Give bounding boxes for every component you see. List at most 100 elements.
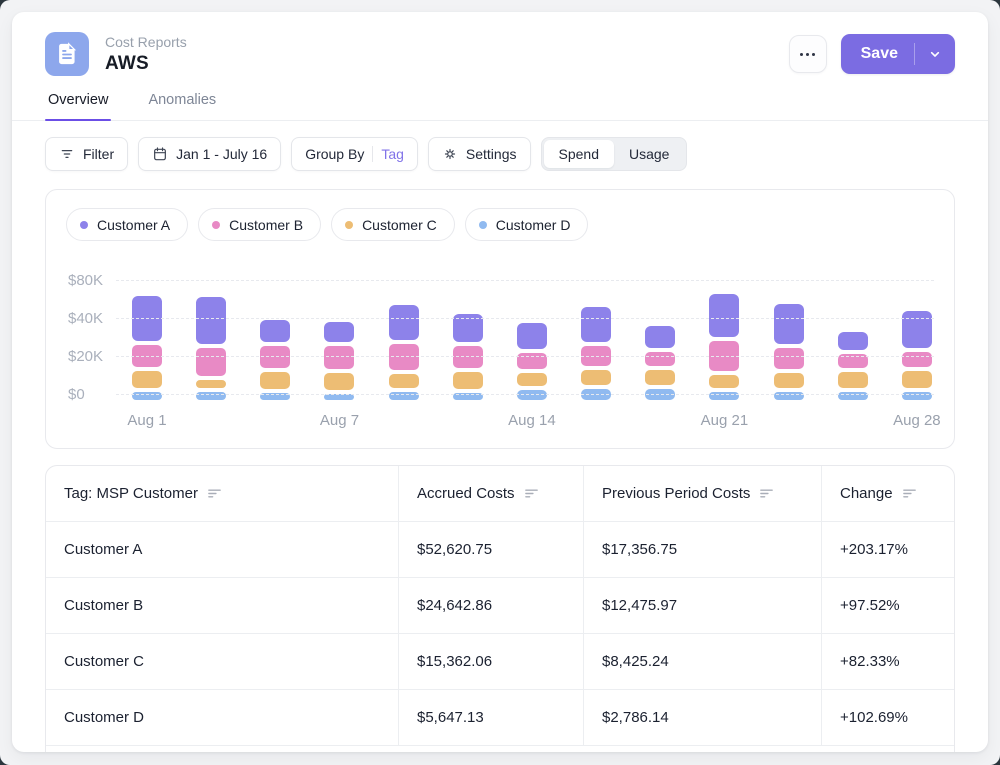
bar-segment-customer-c <box>902 371 932 388</box>
row-value-cell: $8,425.24 <box>583 634 821 689</box>
row-label-cell: Customer A <box>46 522 398 577</box>
row-value-cell: $52,620.75 <box>398 522 583 577</box>
bar-segment-customer-c <box>774 373 804 388</box>
x-axis-slot <box>774 412 804 432</box>
column-header-0[interactable]: Tag: MSP Customer <box>46 466 398 521</box>
save-button[interactable]: Save <box>841 34 914 74</box>
column-header-label: Previous Period Costs <box>602 485 750 502</box>
chart-legend: Customer A Customer B Customer C Customer D <box>66 208 934 241</box>
bar-segment-customer-b <box>774 348 804 369</box>
bar-segment-customer-a <box>709 294 739 337</box>
bar-aug-14[interactable] <box>517 323 547 400</box>
row-value-cell: $15,362.06 <box>398 634 583 689</box>
toggle-usage[interactable]: Usage <box>614 140 684 168</box>
bar-segment-customer-c <box>132 371 162 388</box>
gridline-40K <box>116 318 934 319</box>
legend-item-customer-d[interactable]: Customer D <box>465 208 589 241</box>
filter-button[interactable]: Filter <box>45 137 128 171</box>
row-label-cell: Customer C <box>46 634 398 689</box>
bar-segment-customer-c <box>260 372 290 389</box>
y-axis-tick: $20K <box>68 348 103 365</box>
bar-aug-7[interactable] <box>324 322 354 400</box>
legend-dot-icon <box>212 221 220 229</box>
window-header: Cost Reports AWS Save <box>45 32 955 76</box>
x-axis-slot <box>389 412 419 432</box>
date-range-value: Jan 1 - July 16 <box>176 146 267 162</box>
save-dropdown-button[interactable] <box>915 34 955 74</box>
row-value-cell: +203.17% <box>821 522 954 577</box>
bar-day-12[interactable] <box>838 332 868 400</box>
x-axis-slot <box>196 412 226 432</box>
bar-segment-customer-b <box>453 346 483 368</box>
save-split-button: Save <box>841 34 955 74</box>
bar-segment-customer-b <box>324 346 354 369</box>
y-axis-tick: $40K <box>68 310 103 327</box>
column-header-label: Accrued Costs <box>417 485 515 502</box>
bar-segment-customer-a <box>774 304 804 344</box>
bar-day-2[interactable] <box>196 297 226 400</box>
legend-dot-icon <box>479 221 487 229</box>
bar-segment-customer-a <box>196 297 226 344</box>
row-value-cell: $17,356.75 <box>583 522 821 577</box>
sort-lines-icon <box>207 486 222 501</box>
tab-anomalies[interactable]: Anomalies <box>145 86 219 120</box>
date-range-button[interactable]: Jan 1 - July 16 <box>138 137 281 171</box>
legend-label: Customer A <box>97 217 170 233</box>
tab-overview[interactable]: Overview <box>45 86 111 120</box>
x-axis-label: Aug 28 <box>893 412 941 429</box>
toggle-spend[interactable]: Spend <box>544 140 614 168</box>
bar-segment-customer-c <box>517 373 547 386</box>
table-row-partial <box>46 745 954 752</box>
row-value-cell: +102.69% <box>821 690 954 745</box>
bar-segment-customer-a <box>260 320 290 342</box>
x-axis-label: Aug 21 <box>701 412 749 429</box>
bar-aug-21[interactable] <box>709 294 739 400</box>
legend-item-customer-b[interactable]: Customer B <box>198 208 321 241</box>
report-type-label: Cost Reports <box>105 34 187 50</box>
bar-segment-customer-c <box>453 372 483 389</box>
x-axis-label: Aug 7 <box>320 412 359 429</box>
legend-dot-icon <box>80 221 88 229</box>
bar-segment-customer-c <box>324 373 354 390</box>
legend-item-customer-a[interactable]: Customer A <box>66 208 188 241</box>
x-axis-label: Aug 14 <box>508 412 556 429</box>
column-header-1[interactable]: Accrued Costs <box>398 466 583 521</box>
x-axis-slot: Aug 7 <box>324 412 354 432</box>
bar-aug-1[interactable] <box>132 296 162 400</box>
row-value-cell: $12,475.97 <box>583 578 821 633</box>
bar-segment-customer-b <box>645 352 675 366</box>
bar-day-3[interactable] <box>260 320 290 400</box>
x-axis-slot: Aug 1 <box>132 412 162 432</box>
bar-day-6[interactable] <box>453 314 483 400</box>
bar-day-5[interactable] <box>389 305 419 400</box>
page-title: AWS <box>105 53 187 75</box>
column-header-2[interactable]: Previous Period Costs <box>583 466 821 521</box>
settings-button[interactable]: Settings <box>428 137 531 171</box>
cost-table-card: Tag: MSP Customer Accrued Costs Previous P… <box>45 465 955 752</box>
legend-item-customer-c[interactable]: Customer C <box>331 208 455 241</box>
sort-lines-icon <box>902 486 917 501</box>
legend-dot-icon <box>345 221 353 229</box>
gear-icon <box>442 146 458 162</box>
filter-lines-icon <box>59 146 75 162</box>
group-by-button[interactable]: Group By Tag <box>291 137 418 171</box>
bar-segment-customer-b <box>196 348 226 376</box>
x-axis-labels: Aug 1Aug 7Aug 14Aug 21Aug 28 <box>132 412 932 432</box>
more-actions-button[interactable] <box>789 35 827 73</box>
row-value-cell: $24,642.86 <box>398 578 583 633</box>
cost-chart-card: Customer A Customer B Customer C Customer D… <box>45 189 955 449</box>
document-icon <box>45 32 89 76</box>
column-header-label: Change <box>840 485 893 502</box>
app-screen: Cost Reports AWS Save Ove <box>0 0 1000 765</box>
row-label-cell: Customer B <box>46 578 398 633</box>
x-axis-slot: Aug 21 <box>709 412 739 432</box>
bar-day-8[interactable] <box>581 307 611 400</box>
group-by-value: Tag <box>381 146 404 162</box>
bar-segment-customer-a <box>581 307 611 342</box>
ellipsis-icon <box>800 53 803 56</box>
x-axis-slot <box>453 412 483 432</box>
column-header-3[interactable]: Change <box>821 466 954 521</box>
bar-day-9[interactable] <box>645 326 675 400</box>
row-value-cell: +97.52% <box>821 578 954 633</box>
table-row: Customer B$24,642.86$12,475.97+97.52% <box>46 577 954 633</box>
